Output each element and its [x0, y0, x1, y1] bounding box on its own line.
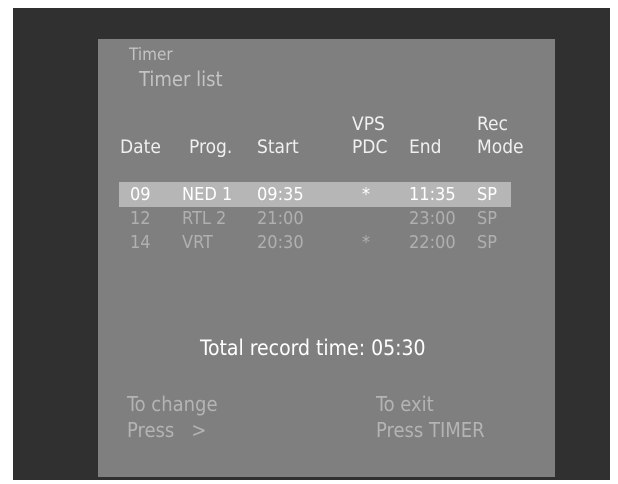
cell-mode: SP	[477, 208, 498, 229]
cell-date: 14	[130, 232, 151, 253]
cell-end: 11:35	[409, 184, 456, 205]
header-mode: Mode	[477, 136, 524, 158]
cell-start: 09:35	[257, 184, 304, 205]
header-end: End	[409, 136, 442, 158]
cell-mode: SP	[477, 232, 498, 253]
menu-subtitle: Timer list	[139, 67, 223, 91]
cell-date: 09	[130, 184, 151, 205]
header-date: Date	[120, 136, 161, 158]
cell-vps: *	[362, 232, 371, 253]
header-rec: Rec	[477, 113, 508, 135]
total-record-time: Total record time: 05:30	[200, 336, 426, 360]
timer-row[interactable]: 12 RTL 2 21:00 23:00 SP	[98, 206, 555, 230]
hint-change-title: To change	[127, 392, 218, 416]
cell-end: 22:00	[409, 232, 456, 253]
cell-prog: RTL 2	[182, 208, 227, 229]
timer-row[interactable]: 14 VRT 20:30 * 22:00 SP	[98, 230, 555, 254]
cell-start: 21:00	[257, 208, 304, 229]
header-pdc: PDC	[352, 136, 388, 158]
header-vps: VPS	[352, 113, 385, 135]
cell-prog: VRT	[182, 232, 213, 253]
hint-change-press: Press >	[127, 418, 207, 442]
cell-end: 23:00	[409, 208, 456, 229]
cell-vps: *	[362, 184, 371, 205]
cell-mode: SP	[477, 184, 498, 205]
menu-title: Timer	[129, 45, 173, 65]
cell-prog: NED 1	[182, 184, 233, 205]
timer-row-selected[interactable]: 09 NED 1 09:35 * 11:35 SP	[98, 182, 555, 207]
osd-screen: Timer Timer list Date Prog. Start VPS PD…	[98, 39, 555, 477]
cell-date: 12	[130, 208, 151, 229]
header-start: Start	[257, 136, 299, 158]
tv-bezel: Timer Timer list Date Prog. Start VPS PD…	[13, 8, 610, 480]
hint-exit-press: Press TIMER	[376, 418, 485, 442]
header-prog: Prog.	[189, 136, 233, 158]
hint-exit-title: To exit	[376, 392, 434, 416]
cell-start: 20:30	[257, 232, 304, 253]
